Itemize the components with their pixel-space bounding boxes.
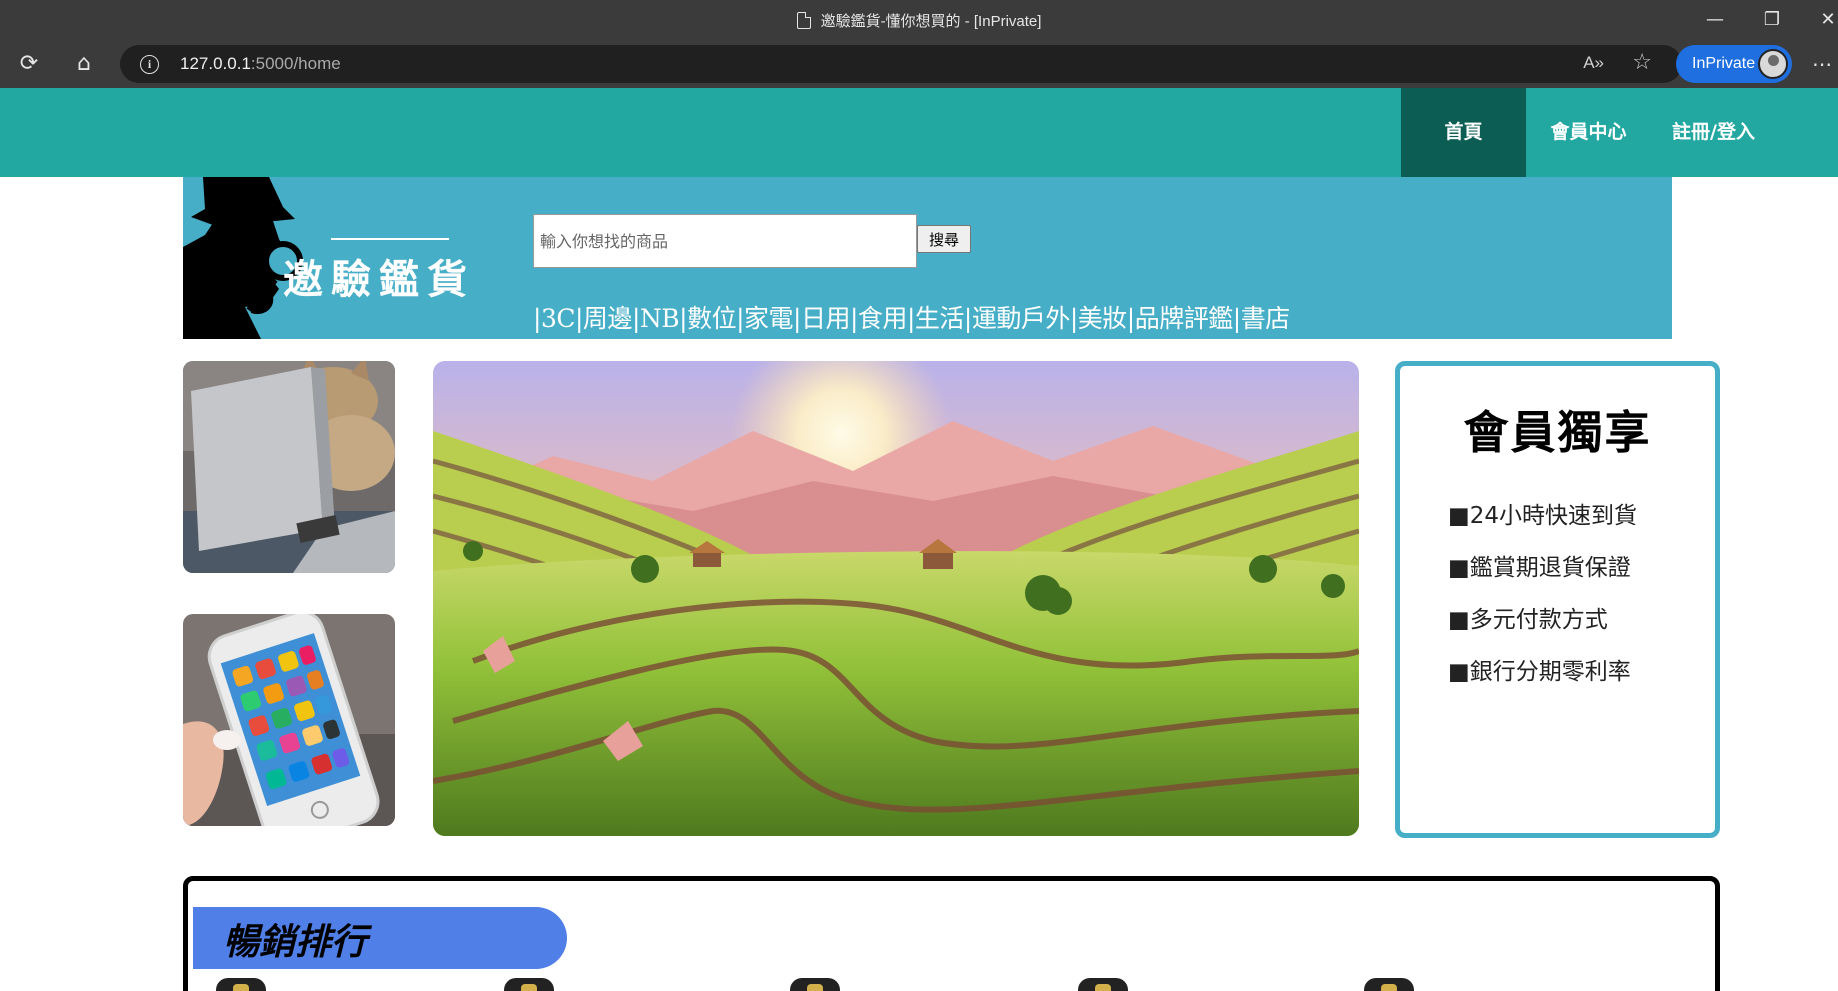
window-title: 邀驗鑑貨-懂你想買的 - [InPrivate] — [0, 10, 1838, 31]
site-banner: 邀驗鑑貨 搜尋 |3C|周邊|NB|數位|家電|日用|食用|生活|運動戶外|美妝… — [183, 177, 1672, 339]
more-icon[interactable]: ⋯ — [1806, 48, 1838, 80]
category-sports-outdoor[interactable]: 運動戶外 — [972, 304, 1071, 333]
document-icon — [796, 12, 811, 29]
url-text[interactable]: 127.0.0.1:5000/home — [180, 54, 341, 74]
maximize-button[interactable]: ❐ — [1752, 4, 1792, 36]
bestseller-title: 暢銷排行 — [223, 922, 368, 963]
category-nb[interactable]: NB — [640, 304, 680, 333]
site-navbar: 首頁 會員中心 註冊/登入 — [0, 88, 1838, 177]
logo-underline — [331, 238, 449, 240]
category-3c[interactable]: 3C — [541, 304, 576, 333]
browser-toolbar: ⟳ ⌂ i 127.0.0.1:5000/home A» ☆ InPrivate… — [0, 40, 1838, 88]
laptop-cat-image[interactable] — [183, 361, 395, 573]
read-aloud-icon[interactable]: A» — [1583, 53, 1604, 73]
url-host: 127.0.0.1 — [180, 54, 251, 73]
minimize-button[interactable]: — — [1695, 4, 1735, 36]
search-button[interactable]: 搜尋 — [917, 225, 971, 253]
inprivate-button[interactable]: InPrivate — [1676, 45, 1792, 83]
category-daily[interactable]: 日用 — [801, 304, 851, 333]
close-window-button[interactable]: ✕ — [1808, 4, 1838, 36]
smartphone-toy-image[interactable] — [183, 614, 395, 826]
category-life[interactable]: 生活 — [915, 304, 965, 333]
nav-member-center[interactable]: 會員中心 — [1526, 88, 1651, 177]
info-icon[interactable]: i — [140, 55, 159, 74]
bestseller-section: 暢銷排行 — [183, 876, 1720, 991]
category-appliances[interactable]: 家電 — [744, 304, 794, 333]
category-peripherals[interactable]: 周邊 — [583, 304, 633, 333]
rank-5-badge-icon — [1364, 978, 1414, 991]
list-item: ■鑑賞期退貨保證 — [1448, 555, 1631, 581]
url-path: :5000/home — [250, 54, 341, 73]
inprivate-label: InPrivate — [1692, 55, 1756, 72]
browser-titlebar: 邀驗鑑貨-懂你想買的 - [InPrivate] — ❐ ✕ — [0, 0, 1838, 40]
list-item: ■多元付款方式 — [1448, 607, 1608, 633]
home-icon[interactable]: ⌂ — [68, 48, 100, 80]
address-bar[interactable]: i 127.0.0.1:5000/home A» ☆ — [120, 45, 1682, 83]
nav-home[interactable]: 首頁 — [1401, 88, 1526, 177]
category-bookstore[interactable]: 書店 — [1241, 304, 1291, 333]
rank-4-badge-icon — [1078, 978, 1128, 991]
category-brand-review[interactable]: 品牌評鑑 — [1135, 304, 1234, 333]
list-item: ■24小時快速到貨 — [1448, 503, 1637, 529]
category-beauty[interactable]: 美妝 — [1078, 304, 1128, 333]
reload-icon[interactable]: ⟳ — [13, 48, 45, 80]
list-item: ■銀行分期零利率 — [1448, 659, 1631, 685]
category-digital[interactable]: 數位 — [687, 304, 737, 333]
rank-2-badge-icon — [504, 978, 554, 991]
member-exclusive-panel: 會員獨享 ■24小時快速到貨 ■鑑賞期退貨保證 ■多元付款方式 ■銀行分期零利率 — [1395, 361, 1720, 838]
window-title-text: 邀驗鑑貨-懂你想買的 - [InPrivate] — [820, 13, 1042, 30]
bestseller-tab: 暢銷排行 — [193, 907, 567, 969]
site-logo[interactable]: 邀驗鑑貨 — [183, 177, 483, 339]
search-input[interactable] — [533, 214, 917, 268]
member-exclusive-title: 會員獨享 — [1463, 406, 1652, 459]
rank-1-badge-icon — [216, 978, 266, 991]
category-food[interactable]: 食用 — [858, 304, 908, 333]
hero-banner-image[interactable] — [433, 361, 1359, 836]
nav-register-login[interactable]: 註冊/登入 — [1651, 88, 1776, 177]
rank-3-badge-icon — [790, 978, 840, 991]
favorites-icon[interactable]: ☆ — [1632, 50, 1652, 75]
web-page: 首頁 會員中心 註冊/登入 邀驗鑑貨 搜尋 |3C|周邊|NB|數位|家 — [0, 88, 1838, 991]
profile-avatar — [1758, 49, 1788, 79]
member-benefits-list: ■24小時快速到貨 ■鑑賞期退貨保證 ■多元付款方式 ■銀行分期零利率 — [1448, 496, 1637, 704]
logo-text: 邀驗鑑貨 — [283, 256, 475, 303]
category-links: |3C|周邊|NB|數位|家電|日用|食用|生活|運動戶外|美妝|品牌評鑑|書店 — [533, 304, 1291, 333]
